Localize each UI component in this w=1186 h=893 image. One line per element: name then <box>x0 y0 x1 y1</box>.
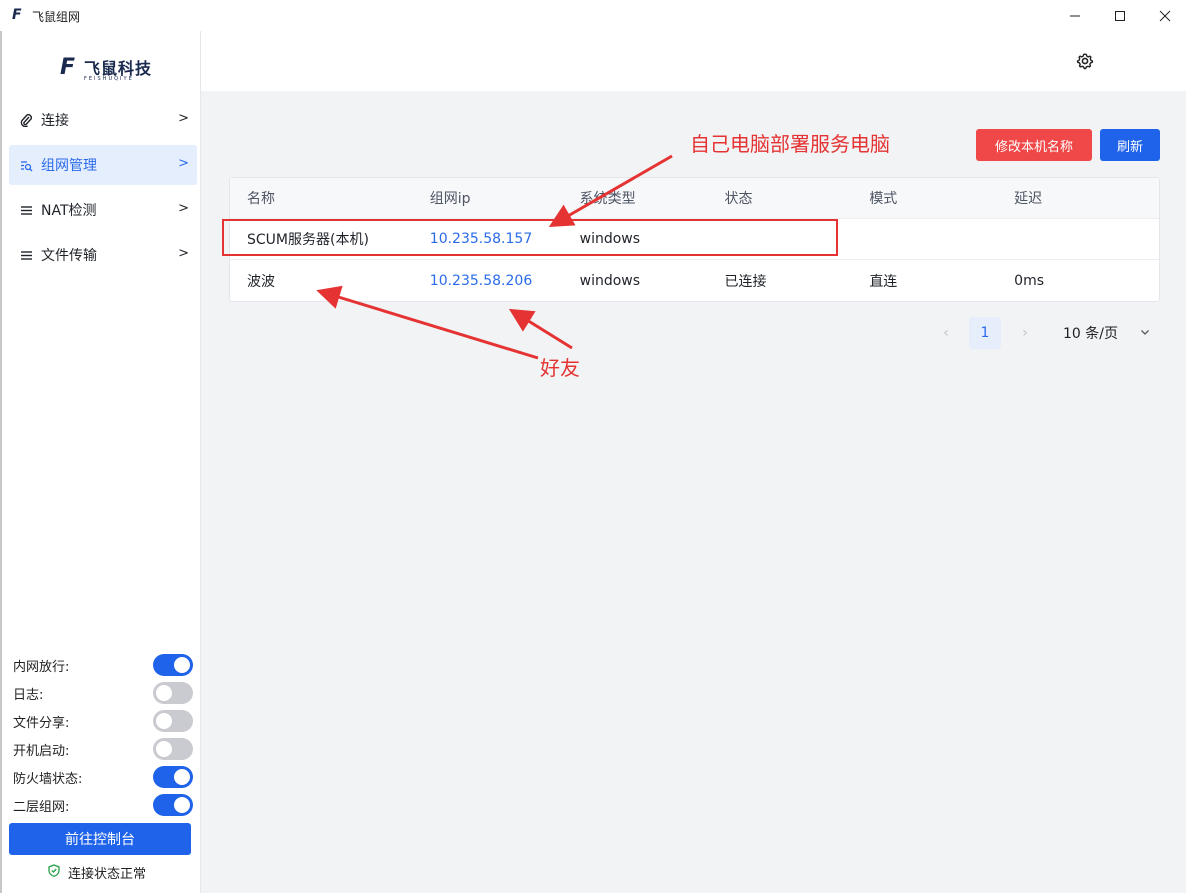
window-title: 飞鼠组网 <box>32 10 81 24</box>
cell-mode: 直连 <box>869 273 898 290</box>
connection-status: 连接状态正常 <box>48 863 146 882</box>
sidebar-item-label: 组网管理 <box>41 158 97 174</box>
cell-status: 已连接 <box>724 273 767 290</box>
toggle-label: 日志: <box>13 687 44 703</box>
settings-button[interactable] <box>1075 51 1095 71</box>
settings-toggles: 内网放行: 日志: 文件分享: 开机启动: 防火墙状态: 二层组网: <box>13 651 193 819</box>
go-to-console-button[interactable]: 前往控制台 <box>9 823 191 855</box>
cell-name: 波波 <box>247 273 275 290</box>
refresh-button[interactable]: 刷新 <box>1100 129 1160 161</box>
maximize-icon <box>1115 10 1125 21</box>
maximize-button[interactable] <box>1097 0 1143 31</box>
logo-mark: F <box>60 55 76 80</box>
rename-device-button[interactable]: 修改本机名称 <box>976 129 1092 161</box>
toggle-row-lan-allow: 内网放行: <box>13 651 193 679</box>
toggle-label: 内网放行: <box>13 659 70 675</box>
toggle-label: 二层组网: <box>13 799 70 815</box>
table-header: 名称 组网ip 系统类型 状态 模式 延迟 <box>230 178 1159 219</box>
pagination-next-button[interactable]: › <box>1015 317 1035 349</box>
sidebar-nav: 连接 > 组网管理 > NAT检测 > 文件传输 > <box>9 100 197 280</box>
cell-ip[interactable]: 10.235.58.206 <box>430 273 580 289</box>
toggle-knob <box>174 797 190 813</box>
header-ip: 组网ip <box>429 191 471 207</box>
toggle-row-autostart: 开机启动: <box>13 735 193 763</box>
toggle-label: 开机启动: <box>13 743 70 759</box>
network-search-icon <box>19 158 33 172</box>
firewall-toggle[interactable] <box>153 766 193 788</box>
header-os: 系统类型 <box>579 191 636 207</box>
chevron-right-icon: › <box>1022 325 1028 341</box>
page-size-select[interactable]: 10 条/页 <box>1049 317 1160 349</box>
header-latency: 延迟 <box>1014 191 1043 207</box>
toggle-row-layer2: 二层组网: <box>13 791 193 819</box>
logo-subtitle: FEISHUQIYE <box>84 76 134 82</box>
toggle-knob <box>174 657 190 673</box>
chevron-right-icon: > <box>178 201 189 216</box>
header-status: 状态 <box>724 191 753 207</box>
sidebar-item-file-transfer[interactable]: 文件传输 > <box>9 235 197 275</box>
toggle-knob <box>174 769 190 785</box>
toggle-row-firewall: 防火墙状态: <box>13 763 193 791</box>
layer2-toggle[interactable] <box>153 794 193 816</box>
header-name: 名称 <box>247 191 275 207</box>
close-icon <box>1159 10 1171 21</box>
connection-status-text: 连接状态正常 <box>68 867 147 882</box>
sidebar-item-network-management[interactable]: 组网管理 > <box>9 145 197 185</box>
paperclip-icon <box>19 113 33 127</box>
chevron-right-icon: > <box>178 156 189 171</box>
minimize-button[interactable] <box>1052 0 1098 31</box>
pagination-page-1[interactable]: 1 <box>969 317 1001 349</box>
lan-allow-toggle[interactable] <box>153 654 193 676</box>
shield-check-icon <box>48 864 60 881</box>
sidebar-item-label: 文件传输 <box>41 248 97 264</box>
toggle-knob <box>156 741 172 757</box>
list-icon <box>19 248 33 262</box>
table-row[interactable]: 波波 10.235.58.206 windows 已连接 直连 0ms <box>230 260 1159 301</box>
toggle-label: 文件分享: <box>13 715 70 731</box>
pagination-prev-button[interactable]: ‹ <box>936 317 956 349</box>
toggle-knob <box>156 713 172 729</box>
file-share-toggle[interactable] <box>153 710 193 732</box>
chevron-right-icon: > <box>178 246 189 261</box>
app-icon: F <box>12 7 22 23</box>
header-mode: 模式 <box>869 191 898 207</box>
list-icon <box>19 203 33 217</box>
toggle-knob <box>156 685 172 701</box>
cell-os: windows <box>579 272 641 289</box>
logo: F 飞鼠科技 FEISHUQIYE <box>60 53 160 83</box>
sidebar-item-connect[interactable]: 连接 > <box>9 100 197 140</box>
annotation-text-server: 自己电脑部署服务电脑 <box>690 132 890 156</box>
sidebar-item-label: 连接 <box>41 113 69 129</box>
toggle-row-file-share: 文件分享: <box>13 707 193 735</box>
sidebar-item-nat-detection[interactable]: NAT检测 > <box>9 190 197 230</box>
close-button[interactable] <box>1142 0 1186 31</box>
minimize-icon <box>1070 15 1080 16</box>
chevron-left-icon: ‹ <box>943 325 949 341</box>
chevron-down-icon <box>1140 325 1150 341</box>
annotation-highlight-box <box>222 219 838 256</box>
sidebar: F 飞鼠科技 FEISHUQIYE 连接 > 组网管理 > NAT检测 > 文件… <box>0 31 201 893</box>
log-toggle[interactable] <box>153 682 193 704</box>
chevron-right-icon: > <box>178 111 189 126</box>
sidebar-item-label: NAT检测 <box>41 203 97 219</box>
gear-icon <box>1076 53 1094 70</box>
cell-latency: 0ms <box>1014 272 1044 289</box>
toggle-row-log: 日志: <box>13 679 193 707</box>
top-bar <box>201 31 1186 91</box>
page-size-value: 10 条/页 <box>1063 326 1118 342</box>
autostart-toggle[interactable] <box>153 738 193 760</box>
toggle-label: 防火墙状态: <box>13 771 83 787</box>
title-bar: F 飞鼠组网 <box>0 0 1186 31</box>
annotation-text-friend: 好友 <box>540 356 580 380</box>
